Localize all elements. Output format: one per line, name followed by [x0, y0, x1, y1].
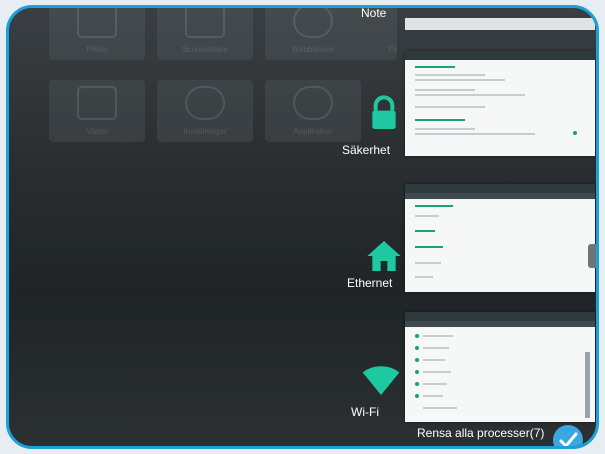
thumbnail-line — [423, 359, 445, 361]
background-app-label: Inställningar — [183, 127, 227, 136]
background-app-tile: Photo — [49, 8, 145, 60]
globe-icon — [293, 8, 333, 38]
thumbnail-line — [415, 262, 441, 264]
thumbnail-wifi-dot — [415, 358, 419, 362]
clear-all-label[interactable]: Rensa alla processer(7) — [417, 426, 544, 440]
thumbnail-line — [423, 383, 447, 385]
thumbnail-line — [415, 133, 535, 135]
thumbnail-wifi-dot — [415, 370, 419, 374]
thumbnail-line — [415, 66, 455, 68]
thumbnail-subheader — [405, 321, 595, 327]
thumbnail-line — [415, 230, 435, 232]
thumbnail-line — [415, 128, 475, 130]
thumbnail-line — [415, 89, 475, 91]
background-app-tile: Screenshare — [157, 8, 253, 60]
thumbnail-line — [415, 246, 443, 248]
thumbnail-line — [423, 347, 449, 349]
thumbnail-line — [415, 215, 439, 217]
task-thumbnail-ethernet[interactable] — [405, 184, 595, 292]
task-thumbnail-wifi[interactable] — [405, 312, 595, 422]
tablet-frame: Photo Screenshare Webbläsare Fil Väder I… — [0, 0, 605, 454]
task-card-wifi[interactable]: Wi-Fi — [339, 308, 596, 433]
background-app-tile: Inställningar — [157, 80, 253, 142]
thumbnail-line — [415, 106, 485, 108]
side-handle[interactable] — [588, 244, 596, 268]
photo-icon — [77, 8, 117, 38]
task-card-ethernet[interactable]: Ethernet — [339, 178, 596, 293]
thumbnail-wifi-dot — [415, 346, 419, 350]
recent-tasks: Säkerhet Ethernet Wi-Fi — [339, 8, 596, 446]
apps-icon — [293, 86, 333, 120]
background-app-label: Photo — [86, 45, 108, 54]
screen: Photo Screenshare Webbläsare Fil Väder I… — [6, 5, 599, 449]
thumbnail-line — [415, 79, 505, 81]
thumbnail-wifi-dot — [415, 394, 419, 398]
thumbnail-header — [405, 184, 595, 193]
thumbnail-line — [423, 335, 453, 337]
thumbnail-line — [415, 74, 485, 76]
thumbnail-line — [415, 205, 453, 207]
thumbnail-header — [405, 51, 595, 60]
clear-check-icon — [559, 432, 578, 446]
thumbnail-wifi-dot — [415, 334, 419, 338]
task-label-security: Säkerhet — [342, 143, 391, 157]
thumbnail-line — [423, 371, 451, 373]
clear-all-button[interactable] — [553, 425, 583, 446]
task-label-ethernet: Ethernet — [347, 276, 393, 290]
background-app-tile: Väder — [49, 80, 145, 142]
settings-icon — [185, 86, 225, 120]
thumbnail-line — [423, 395, 443, 397]
background-app-label: Väder — [86, 127, 108, 136]
task-thumbnail-security[interactable] — [405, 51, 595, 156]
thumbnail-line — [415, 119, 465, 121]
weather-icon — [77, 86, 117, 120]
thumbnail-toggle — [573, 131, 577, 135]
home-icon — [367, 241, 401, 271]
thumbnail-line — [423, 407, 457, 409]
task-card-security[interactable]: Säkerhet — [339, 48, 596, 158]
wifi-icon — [362, 366, 400, 395]
thumbnail-scrollbar — [585, 352, 590, 418]
thumbnail-wifi-dot — [415, 382, 419, 386]
thumbnail-line — [415, 94, 525, 96]
thumbnail-line — [415, 276, 433, 278]
screenshare-icon — [185, 8, 225, 38]
background-app-label: Screenshare — [182, 45, 228, 54]
lock-icon — [372, 95, 396, 129]
thumbnail-header — [405, 312, 595, 321]
thumbnail-subheader — [405, 193, 595, 199]
task-label-wifi: Wi-Fi — [351, 405, 379, 419]
